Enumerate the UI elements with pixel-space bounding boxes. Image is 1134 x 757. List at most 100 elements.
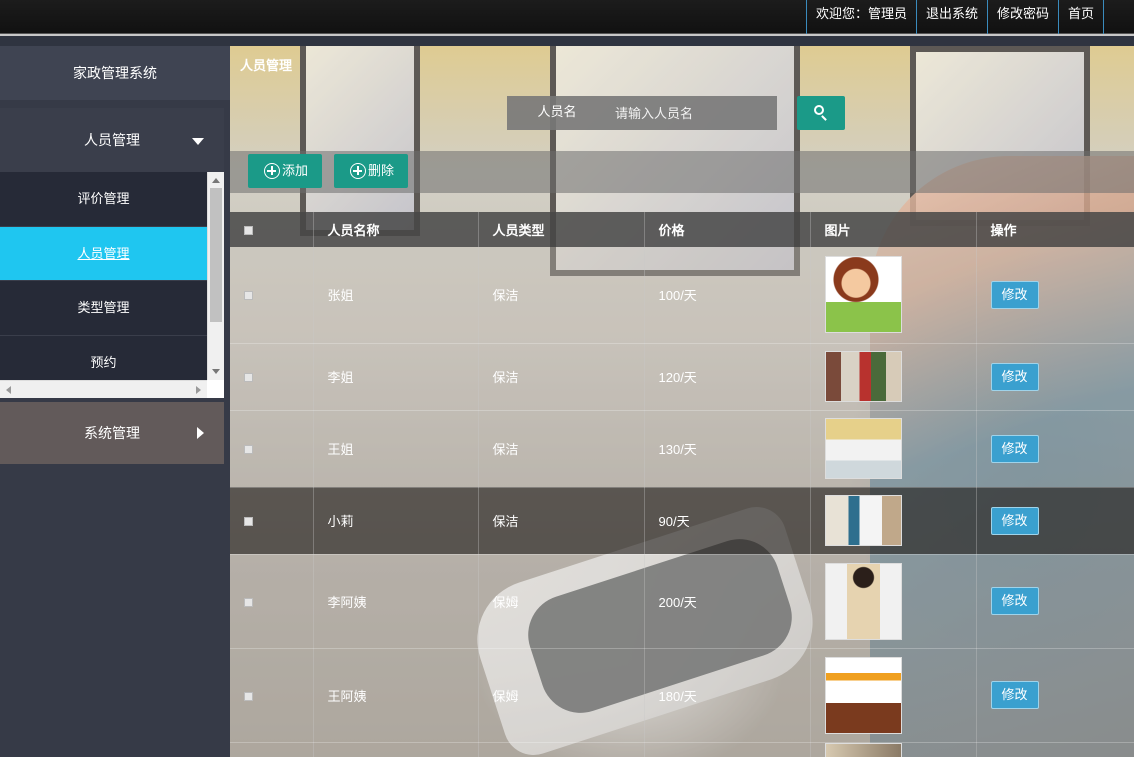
personnel-table: 人员名称 人员类型 价格 图片 操作 张姐 保洁 100/天 修改 李姐 保洁 … <box>230 212 1134 757</box>
cell-image <box>810 343 977 411</box>
row-checkbox[interactable] <box>244 291 253 301</box>
edit-button[interactable]: 修改 <box>990 434 1039 463</box>
cell-name: 王姐 <box>313 410 479 488</box>
cell-image <box>810 487 977 555</box>
delete-button-label: 删除 <box>368 163 395 178</box>
horizontal-scrollbar[interactable] <box>0 380 207 398</box>
top-divider <box>0 34 1134 36</box>
personnel-photo <box>824 351 902 402</box>
breadcrumb: 人员管理 <box>240 58 293 73</box>
cell-type: 保姆 <box>478 648 645 743</box>
search-input[interactable] <box>607 96 777 130</box>
cell-price: 130/天 <box>644 410 811 488</box>
home-link[interactable]: 首页 <box>1059 0 1104 34</box>
sidebar-group-label: 人员管理 <box>84 132 140 148</box>
cell-type: 保洁 <box>478 247 645 344</box>
submenu-list: 评价管理 人员管理 类型管理 预约 <box>0 172 207 380</box>
cell-image <box>810 554 977 649</box>
scroll-up-icon[interactable] <box>212 178 220 183</box>
edit-button[interactable]: 修改 <box>990 362 1039 391</box>
cell-type: 保姆 <box>478 554 645 649</box>
table-row: 小莉 保洁 90/天 修改 <box>230 487 1134 555</box>
search-icon-handle <box>821 115 827 121</box>
scroll-right-icon[interactable] <box>196 386 201 394</box>
sidebar-group-label: 系统管理 <box>84 425 140 441</box>
scroll-left-icon[interactable] <box>6 386 11 394</box>
sidebar: 家政管理系统 人员管理 评价管理 人员管理 类型管理 预约 系统管理 <box>0 46 230 757</box>
cell-name: 小莉 <box>313 487 479 555</box>
sidebar-item-booking[interactable]: 预约 <box>0 335 207 380</box>
personnel-photo <box>824 656 902 734</box>
cell-actions: 修改 <box>976 648 1134 743</box>
cell-name: 王阿姨 <box>313 648 479 743</box>
table-row <box>230 742 1134 757</box>
header-select-all <box>230 212 314 247</box>
header-image: 图片 <box>810 212 977 247</box>
change-password-link[interactable]: 修改密码 <box>988 0 1059 34</box>
row-checkbox[interactable] <box>244 373 253 383</box>
table-row: 李阿姨 保姆 200/天 修改 <box>230 554 1134 649</box>
cell-price: 100/天 <box>644 247 811 344</box>
add-button-label: 添加 <box>282 163 309 178</box>
cell-price: 120/天 <box>644 343 811 411</box>
row-select-cell <box>230 487 314 555</box>
cell-image <box>810 648 977 743</box>
cell-actions: 修改 <box>976 343 1134 411</box>
plus-circle-icon <box>350 163 366 179</box>
row-select-cell <box>230 554 314 649</box>
cell-name: 李姐 <box>313 343 479 411</box>
sidebar-group-personnel[interactable]: 人员管理 <box>0 108 224 172</box>
add-button[interactable]: 添加 <box>248 154 322 188</box>
cell-type: 保洁 <box>478 410 645 488</box>
edit-button[interactable]: 修改 <box>990 681 1039 709</box>
cell-actions: 修改 <box>976 487 1134 555</box>
top-bar: 欢迎您：管理员 退出系统 修改密码 首页 <box>0 0 1134 34</box>
row-select-cell <box>230 247 314 344</box>
search-icon <box>814 105 824 115</box>
cell-image <box>810 247 977 344</box>
cell-price: 180/天 <box>644 648 811 743</box>
edit-button[interactable]: 修改 <box>990 280 1039 309</box>
caret-down-icon <box>192 138 204 145</box>
sidebar-item-types[interactable]: 类型管理 <box>0 281 207 336</box>
personnel-photo <box>824 562 902 640</box>
row-checkbox[interactable] <box>244 445 253 455</box>
logout-link[interactable]: 退出系统 <box>917 0 988 34</box>
sidebar-item-reviews[interactable]: 评价管理 <box>0 172 207 227</box>
table-header-row: 人员名称 人员类型 价格 图片 操作 <box>230 212 1134 247</box>
row-checkbox[interactable] <box>244 691 253 701</box>
row-select-cell <box>230 343 314 411</box>
personnel-photo <box>824 256 902 334</box>
sidebar-group-system[interactable]: 系统管理 <box>0 402 224 464</box>
vertical-scrollbar[interactable] <box>207 172 224 380</box>
search-label: 人员名 <box>537 104 577 119</box>
cell-type: 保洁 <box>478 343 645 411</box>
scroll-thumb[interactable] <box>210 188 222 322</box>
row-checkbox[interactable] <box>244 597 253 607</box>
cell-type <box>478 742 645 757</box>
row-checkbox[interactable] <box>244 517 253 527</box>
header-name: 人员名称 <box>313 212 479 247</box>
table-row: 王阿姨 保姆 180/天 修改 <box>230 648 1134 743</box>
table-row: 张姐 保洁 100/天 修改 <box>230 247 1134 344</box>
search-button[interactable] <box>797 96 845 130</box>
cell-actions <box>976 742 1134 757</box>
search-bar: 人员名 <box>507 96 777 130</box>
row-select-cell <box>230 742 314 757</box>
sidebar-item-personnel[interactable]: 人员管理 <box>0 226 207 281</box>
action-toolbar: 添加 删除 <box>230 151 1134 193</box>
personnel-photo <box>824 742 902 757</box>
edit-button[interactable]: 修改 <box>990 506 1039 535</box>
cell-image <box>810 410 977 488</box>
personnel-photo <box>824 418 902 479</box>
header-price: 价格 <box>644 212 811 247</box>
personnel-photo <box>824 495 902 546</box>
cell-actions: 修改 <box>976 410 1134 488</box>
edit-button[interactable]: 修改 <box>990 587 1039 615</box>
top-nav: 欢迎您：管理员 退出系统 修改密码 首页 <box>805 0 1104 34</box>
scroll-down-icon[interactable] <box>212 369 220 374</box>
select-all-checkbox[interactable] <box>244 226 253 236</box>
delete-button[interactable]: 删除 <box>334 154 408 188</box>
cell-name: 李阿姨 <box>313 554 479 649</box>
cell-name: 张姐 <box>313 247 479 344</box>
